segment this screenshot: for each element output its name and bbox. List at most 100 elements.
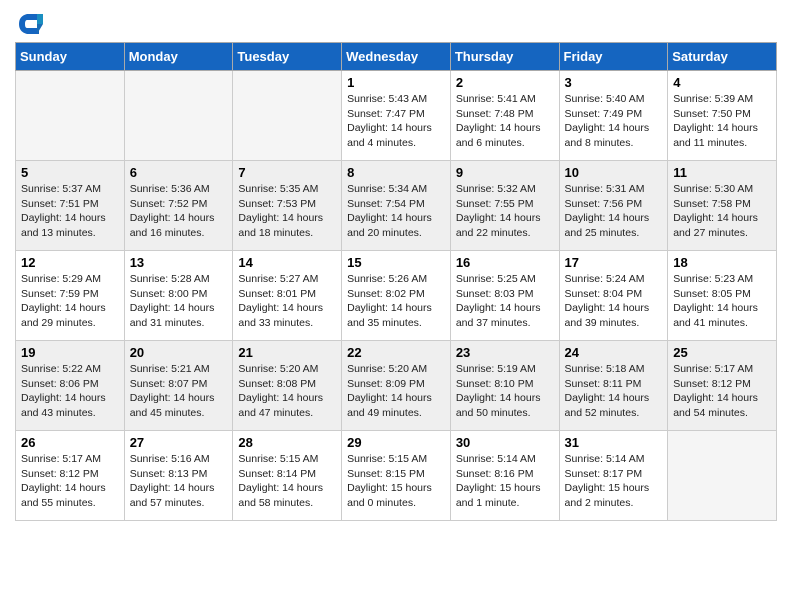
calendar-cell: 25 Sunrise: 5:17 AM Sunset: 8:12 PM Dayli… <box>668 341 777 431</box>
calendar-cell: 3Sunrise: 5:40 AM Sunset: 7:49 PM Daylig… <box>559 71 668 161</box>
calendar-cell: 26 Sunrise: 5:17 AM Sunset: 8:12 PM Dayli… <box>16 431 125 521</box>
day-number: 3 <box>565 75 663 90</box>
calendar-cell <box>668 431 777 521</box>
day-info: Sunrise: 5:14 AM Sunset: 8:16 PM Dayligh… <box>456 452 554 511</box>
day-number: 30 <box>456 435 554 450</box>
day-number: 23 <box>456 345 554 360</box>
calendar-cell: 8 Sunrise: 5:34 AM Sunset: 7:54 PM Daylig… <box>342 161 451 251</box>
calendar-cell: 13 Sunrise: 5:28 AM Sunset: 8:00 PM Dayli… <box>124 251 233 341</box>
logo-icon <box>15 10 43 38</box>
day-info: Sunrise: 5:17 AM Sunset: 8:12 PM Dayligh… <box>673 362 771 421</box>
day-number: 11 <box>673 165 771 180</box>
day-number: 2 <box>456 75 554 90</box>
calendar-cell: 27Sunrise: 5:16 AM Sunset: 8:13 PM Dayli… <box>124 431 233 521</box>
day-number: 8 <box>347 165 445 180</box>
calendar-week-row: 12 Sunrise: 5:29 AM Sunset: 7:59 PM Dayli… <box>16 251 777 341</box>
day-info: Sunrise: 5:41 AM Sunset: 7:48 PM Dayligh… <box>456 92 554 151</box>
day-info: Sunrise: 5:24 AM Sunset: 8:04 PM Dayligh… <box>565 272 663 331</box>
weekday-header: Tuesday <box>233 43 342 71</box>
day-number: 10 <box>565 165 663 180</box>
calendar-cell: 12 Sunrise: 5:29 AM Sunset: 7:59 PM Dayli… <box>16 251 125 341</box>
day-info: Sunrise: 5:15 AM Sunset: 8:15 PM Dayligh… <box>347 452 445 511</box>
calendar-week-row: 19 Sunrise: 5:22 AM Sunset: 8:06 PM Dayli… <box>16 341 777 431</box>
day-number: 16 <box>456 255 554 270</box>
calendar-week-row: 1 Sunrise: 5:43 AM Sunset: 7:47 PM Daylig… <box>16 71 777 161</box>
calendar-week-row: 26 Sunrise: 5:17 AM Sunset: 8:12 PM Dayli… <box>16 431 777 521</box>
calendar-cell: 19 Sunrise: 5:22 AM Sunset: 8:06 PM Dayli… <box>16 341 125 431</box>
day-number: 6 <box>130 165 228 180</box>
day-info: Sunrise: 5:23 AM Sunset: 8:05 PM Dayligh… <box>673 272 771 331</box>
calendar-cell: 20 Sunrise: 5:21 AM Sunset: 8:07 PM Dayli… <box>124 341 233 431</box>
day-info: Sunrise: 5:35 AM Sunset: 7:53 PM Dayligh… <box>238 182 336 241</box>
calendar-cell: 1 Sunrise: 5:43 AM Sunset: 7:47 PM Daylig… <box>342 71 451 161</box>
day-number: 13 <box>130 255 228 270</box>
calendar-cell: 4 Sunrise: 5:39 AM Sunset: 7:50 PM Daylig… <box>668 71 777 161</box>
day-info: Sunrise: 5:21 AM Sunset: 8:07 PM Dayligh… <box>130 362 228 421</box>
day-number: 14 <box>238 255 336 270</box>
weekday-header: Monday <box>124 43 233 71</box>
day-number: 17 <box>565 255 663 270</box>
day-info: Sunrise: 5:36 AM Sunset: 7:52 PM Dayligh… <box>130 182 228 241</box>
day-info: Sunrise: 5:32 AM Sunset: 7:55 PM Dayligh… <box>456 182 554 241</box>
day-info: Sunrise: 5:37 AM Sunset: 7:51 PM Dayligh… <box>21 182 119 241</box>
day-number: 28 <box>238 435 336 450</box>
weekday-header: Sunday <box>16 43 125 71</box>
calendar-cell: 11 Sunrise: 5:30 AM Sunset: 7:58 PM Dayli… <box>668 161 777 251</box>
day-number: 20 <box>130 345 228 360</box>
day-number: 29 <box>347 435 445 450</box>
day-info: Sunrise: 5:31 AM Sunset: 7:56 PM Dayligh… <box>565 182 663 241</box>
calendar-cell: 6 Sunrise: 5:36 AM Sunset: 7:52 PM Daylig… <box>124 161 233 251</box>
weekday-header: Wednesday <box>342 43 451 71</box>
calendar-cell: 21 Sunrise: 5:20 AM Sunset: 8:08 PM Dayli… <box>233 341 342 431</box>
day-number: 22 <box>347 345 445 360</box>
day-info: Sunrise: 5:20 AM Sunset: 8:09 PM Dayligh… <box>347 362 445 421</box>
day-info: Sunrise: 5:43 AM Sunset: 7:47 PM Dayligh… <box>347 92 445 151</box>
day-info: Sunrise: 5:27 AM Sunset: 8:01 PM Dayligh… <box>238 272 336 331</box>
day-number: 4 <box>673 75 771 90</box>
calendar-cell: 14 Sunrise: 5:27 AM Sunset: 8:01 PM Dayli… <box>233 251 342 341</box>
day-number: 31 <box>565 435 663 450</box>
day-number: 26 <box>21 435 119 450</box>
day-info: Sunrise: 5:17 AM Sunset: 8:12 PM Dayligh… <box>21 452 119 511</box>
day-number: 25 <box>673 345 771 360</box>
calendar-cell: 18 Sunrise: 5:23 AM Sunset: 8:05 PM Dayli… <box>668 251 777 341</box>
day-info: Sunrise: 5:25 AM Sunset: 8:03 PM Dayligh… <box>456 272 554 331</box>
day-number: 18 <box>673 255 771 270</box>
calendar-cell: 28 Sunrise: 5:15 AM Sunset: 8:14 PM Dayli… <box>233 431 342 521</box>
day-number: 5 <box>21 165 119 180</box>
day-number: 9 <box>456 165 554 180</box>
day-number: 21 <box>238 345 336 360</box>
calendar-body: 1 Sunrise: 5:43 AM Sunset: 7:47 PM Daylig… <box>16 71 777 521</box>
page-container: SundayMondayTuesdayWednesdayThursdayFrid… <box>0 0 792 531</box>
calendar-cell: 29 Sunrise: 5:15 AM Sunset: 8:15 PM Dayli… <box>342 431 451 521</box>
day-info: Sunrise: 5:30 AM Sunset: 7:58 PM Dayligh… <box>673 182 771 241</box>
day-info: Sunrise: 5:29 AM Sunset: 7:59 PM Dayligh… <box>21 272 119 331</box>
day-info: Sunrise: 5:15 AM Sunset: 8:14 PM Dayligh… <box>238 452 336 511</box>
day-info: Sunrise: 5:22 AM Sunset: 8:06 PM Dayligh… <box>21 362 119 421</box>
weekday-header: Thursday <box>450 43 559 71</box>
calendar-cell <box>233 71 342 161</box>
day-info: Sunrise: 5:14 AM Sunset: 8:17 PM Dayligh… <box>565 452 663 511</box>
day-number: 7 <box>238 165 336 180</box>
day-info: Sunrise: 5:26 AM Sunset: 8:02 PM Dayligh… <box>347 272 445 331</box>
day-number: 19 <box>21 345 119 360</box>
weekday-row: SundayMondayTuesdayWednesdayThursdayFrid… <box>16 43 777 71</box>
weekday-header: Friday <box>559 43 668 71</box>
logo <box>15 10 45 38</box>
day-number: 27 <box>130 435 228 450</box>
day-number: 24 <box>565 345 663 360</box>
day-number: 12 <box>21 255 119 270</box>
day-info: Sunrise: 5:39 AM Sunset: 7:50 PM Dayligh… <box>673 92 771 151</box>
day-info: Sunrise: 5:34 AM Sunset: 7:54 PM Dayligh… <box>347 182 445 241</box>
calendar-cell: 15 Sunrise: 5:26 AM Sunset: 8:02 PM Dayli… <box>342 251 451 341</box>
calendar-cell: 22 Sunrise: 5:20 AM Sunset: 8:09 PM Dayli… <box>342 341 451 431</box>
calendar-header: SundayMondayTuesdayWednesdayThursdayFrid… <box>16 43 777 71</box>
weekday-header: Saturday <box>668 43 777 71</box>
calendar-cell <box>16 71 125 161</box>
calendar-cell: 10 Sunrise: 5:31 AM Sunset: 7:56 PM Dayli… <box>559 161 668 251</box>
day-number: 1 <box>347 75 445 90</box>
day-number: 15 <box>347 255 445 270</box>
day-info: Sunrise: 5:28 AM Sunset: 8:00 PM Dayligh… <box>130 272 228 331</box>
calendar-cell: 17 Sunrise: 5:24 AM Sunset: 8:04 PM Dayli… <box>559 251 668 341</box>
day-info: Sunrise: 5:20 AM Sunset: 8:08 PM Dayligh… <box>238 362 336 421</box>
